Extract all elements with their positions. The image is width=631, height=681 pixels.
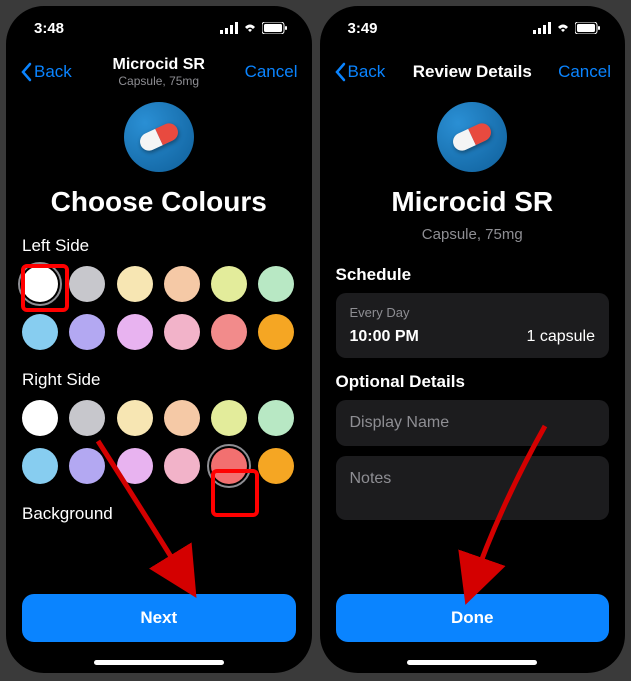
nav-title-main: Review Details (413, 62, 532, 82)
color-swatch[interactable] (117, 448, 153, 484)
color-swatch[interactable] (164, 400, 200, 436)
wifi-icon (242, 22, 258, 34)
color-swatch[interactable] (258, 266, 294, 302)
back-label: Back (348, 62, 386, 82)
nav-title: Review Details (413, 62, 532, 82)
nav-title-main: Microcid SR (113, 56, 205, 74)
color-swatch[interactable] (22, 400, 58, 436)
schedule-frequency: Every Day (350, 305, 596, 320)
color-swatch[interactable] (69, 400, 105, 436)
left-side-label: Left Side (22, 236, 296, 256)
capsule-icon (137, 120, 181, 153)
background-label: Background (22, 504, 296, 524)
chevron-left-icon (20, 62, 32, 82)
color-swatch[interactable] (69, 314, 105, 350)
page-heading: Choose Colours (22, 186, 296, 218)
color-swatch[interactable] (164, 448, 200, 484)
right-side-label: Right Side (22, 370, 296, 390)
color-swatch[interactable] (258, 314, 294, 350)
color-swatch[interactable] (117, 314, 153, 350)
color-swatch[interactable] (211, 266, 247, 302)
nav-title-sub: Capsule, 75mg (113, 74, 205, 88)
home-indicator[interactable] (407, 660, 537, 665)
next-button[interactable]: Next (22, 594, 296, 642)
home-indicator[interactable] (94, 660, 224, 665)
battery-icon (262, 22, 288, 34)
content-left: Choose Colours Left Side Right Side Back… (6, 94, 312, 673)
color-swatch[interactable] (22, 448, 58, 484)
medication-icon (437, 102, 507, 172)
color-swatch[interactable] (117, 266, 153, 302)
cellular-icon (533, 22, 551, 34)
color-swatch[interactable] (258, 400, 294, 436)
back-button[interactable]: Back (20, 62, 72, 82)
notes-field[interactable]: Notes (336, 456, 610, 520)
color-swatch[interactable] (117, 400, 153, 436)
status-time: 3:48 (34, 20, 64, 37)
display-name-field[interactable]: Display Name (336, 400, 610, 446)
color-swatch[interactable] (164, 314, 200, 350)
status-bar: 3:49 (320, 6, 626, 50)
status-indicators (220, 22, 288, 34)
cancel-button[interactable]: Cancel (558, 62, 611, 82)
left-color-grid (22, 266, 296, 350)
wifi-icon (555, 22, 571, 34)
color-swatch[interactable] (69, 266, 105, 302)
status-bar: 3:48 (6, 6, 312, 50)
color-swatch[interactable] (211, 400, 247, 436)
optional-header: Optional Details (336, 372, 610, 392)
color-swatch[interactable] (69, 448, 105, 484)
phone-left: 3:48 Back Microcid SR Capsule, 75mg Canc… (6, 6, 312, 673)
schedule-time: 10:00 PM (350, 328, 419, 346)
chevron-left-icon (334, 62, 346, 82)
color-swatch[interactable] (164, 266, 200, 302)
nav-bar: Back Microcid SR Capsule, 75mg Cancel (6, 50, 312, 94)
schedule-card[interactable]: Every Day 10:00 PM 1 capsule (336, 293, 610, 358)
back-button[interactable]: Back (334, 62, 386, 82)
cellular-icon (220, 22, 238, 34)
medication-icon (124, 102, 194, 172)
back-label: Back (34, 62, 72, 82)
cancel-button[interactable]: Cancel (245, 62, 298, 82)
phone-right: 3:49 Back Review Details Cancel Microcid… (320, 6, 626, 673)
battery-icon (575, 22, 601, 34)
medication-subtitle: Capsule, 75mg (336, 226, 610, 243)
color-swatch[interactable] (22, 266, 58, 302)
medication-name: Microcid SR (336, 186, 610, 218)
content-right: Microcid SR Capsule, 75mg Schedule Every… (320, 94, 626, 673)
schedule-dose: 1 capsule (527, 328, 596, 346)
status-indicators (533, 22, 601, 34)
nav-bar: Back Review Details Cancel (320, 50, 626, 94)
right-color-grid (22, 400, 296, 484)
capsule-icon (450, 120, 494, 153)
status-time: 3:49 (348, 20, 378, 37)
color-swatch[interactable] (258, 448, 294, 484)
done-button[interactable]: Done (336, 594, 610, 642)
color-swatch[interactable] (22, 314, 58, 350)
color-swatch[interactable] (211, 448, 247, 484)
color-swatch[interactable] (211, 314, 247, 350)
nav-title: Microcid SR Capsule, 75mg (113, 56, 205, 88)
schedule-header: Schedule (336, 265, 610, 285)
